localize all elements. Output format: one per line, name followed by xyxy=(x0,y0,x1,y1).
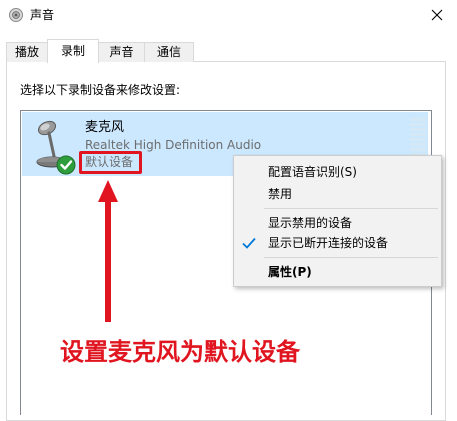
device-name: 麦克风 xyxy=(85,120,125,135)
context-menu: 配置语音识别(S) 禁用 显示禁用的设备 显示已断开连接的设备 属性(P) xyxy=(233,155,442,287)
checkmark-icon xyxy=(242,237,256,249)
menu-item-properties[interactable]: 属性(P) xyxy=(268,265,312,279)
tab-communications[interactable]: 通信 xyxy=(144,42,194,62)
device-driver: Realtek High Definition Audio xyxy=(85,138,262,152)
tab-playback[interactable]: 播放 xyxy=(6,42,48,62)
title-bar: 声音 xyxy=(0,0,457,30)
speaker-icon xyxy=(9,8,23,22)
green-checkmark-icon xyxy=(56,155,76,175)
menu-item-configure-speech[interactable]: 配置语音识别(S) xyxy=(268,165,357,179)
tab-recording[interactable]: 录制 xyxy=(47,39,99,63)
tab-label: 录制 xyxy=(60,44,85,58)
window-title: 声音 xyxy=(30,8,55,22)
close-button[interactable] xyxy=(417,0,457,30)
annotation-arrow-icon xyxy=(98,180,118,322)
tab-label: 声音 xyxy=(109,45,134,59)
annotation-highlight-box xyxy=(79,151,142,174)
menu-item-disable[interactable]: 禁用 xyxy=(268,187,292,201)
tab-sounds[interactable]: 声音 xyxy=(98,42,145,62)
close-icon xyxy=(431,9,443,21)
menu-item-show-disabled[interactable]: 显示禁用的设备 xyxy=(268,216,352,230)
menu-item-show-disconnected[interactable]: 显示已断开连接的设备 xyxy=(268,236,388,250)
tab-label: 通信 xyxy=(156,45,181,59)
annotation-text: 设置麦克风为默认设备 xyxy=(60,338,300,366)
tab-label: 播放 xyxy=(14,45,39,59)
microphone-icon xyxy=(36,120,76,175)
instruction-text: 选择以下录制设备来修改设置: xyxy=(20,83,181,97)
menu-separator xyxy=(264,208,438,209)
menu-separator xyxy=(264,257,438,258)
